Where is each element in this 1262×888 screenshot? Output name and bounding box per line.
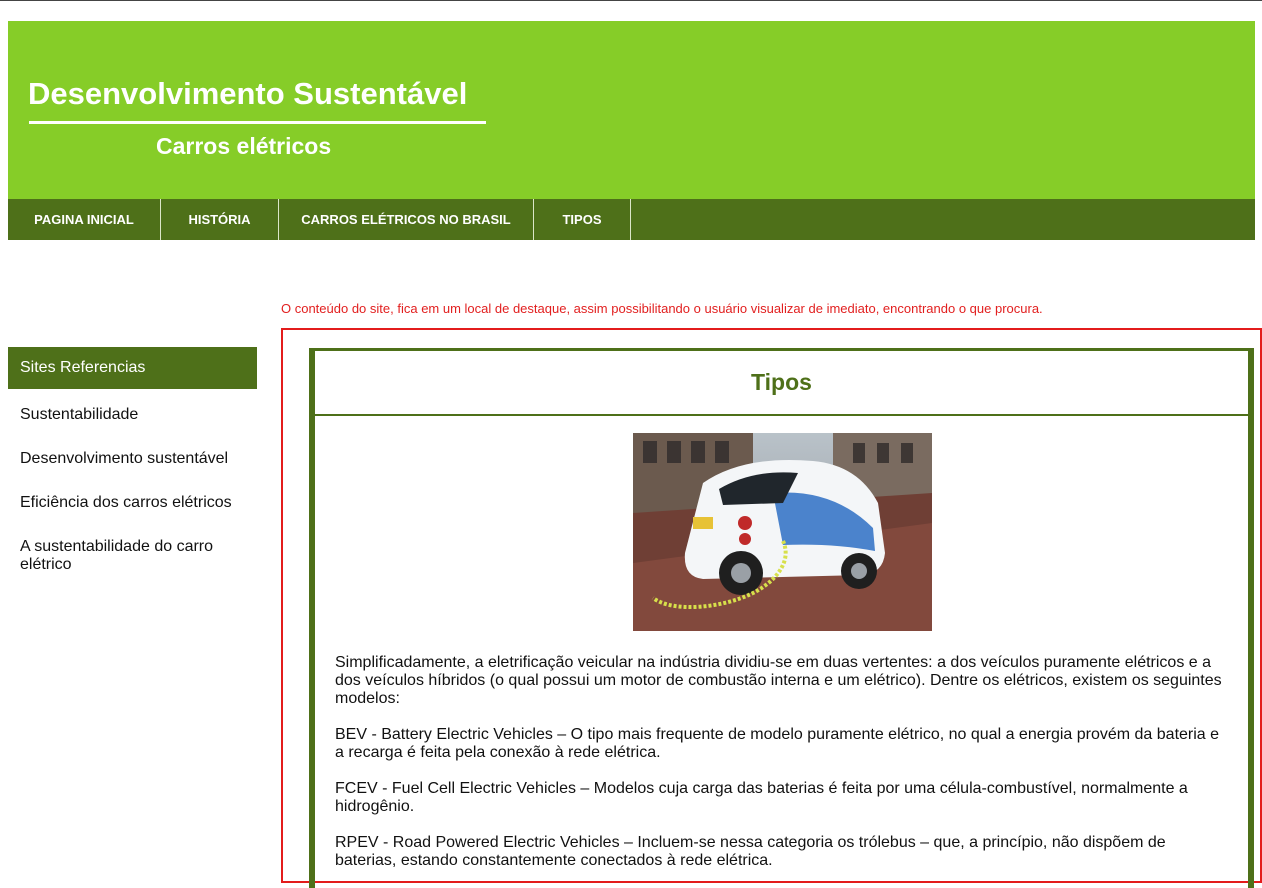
main-nav: PAGINA INICIAL HISTÓRIA CARROS ELÉTRICOS… [8,199,1255,240]
types-description: Simplificadamente, a eletrificação veicu… [335,654,1230,888]
electric-car-image [633,433,932,631]
sidebar-link-desenvolvimento-sustentavel[interactable]: Desenvolvimento sustentável [8,440,257,478]
electric-car-illustration [633,433,932,631]
paragraph-bev: BEV - Battery Electric Vehicles – O tipo… [335,726,1220,761]
nav-item-historia[interactable]: HISTÓRIA [161,199,279,240]
sidebar-link-sustentabilidade-carro[interactable]: A sustentabilidade do carro elétrico [8,528,242,584]
content-notice: O conteúdo do site, fica em um local de … [281,301,1043,316]
card-title: Tipos [315,351,1248,416]
sidebar-link-sustentabilidade[interactable]: Sustentabilidade [8,396,257,434]
sidebar-link-eficiencia[interactable]: Eficiência dos carros elétricos [8,484,257,522]
content-card: Tipos Simplificadamente, a eletrificação… [309,348,1254,888]
nav-item-tipos[interactable]: TIPOS [534,199,631,240]
site-title: Desenvolvimento Sustentável [28,76,468,111]
main-content-highlight: Tipos Simplificadamente, a eletrificação… [281,328,1262,888]
site-subtitle: Carros elétricos [156,133,332,159]
nav-item-carros-eletricos-no-brasil[interactable]: CARROS ELÉTRICOS NO BRASIL [279,199,534,240]
site-header: Desenvolvimento Sustentável Carros elétr… [8,21,1255,199]
sidebar: Sites Referencias Sustentabilidade Desen… [8,347,257,584]
paragraph-intro: Simplificadamente, a eletrificação veicu… [335,654,1222,707]
paragraph-rpev: RPEV - Road Powered Electric Vehicles – … [335,834,1166,869]
title-underline [29,121,486,124]
top-border [0,0,1262,1]
nav-item-pagina-inicial[interactable]: PAGINA INICIAL [8,199,161,240]
paragraph-fcev: FCEV - Fuel Cell Electric Vehicles – Mod… [335,780,1188,815]
sidebar-heading: Sites Referencias [8,347,257,389]
